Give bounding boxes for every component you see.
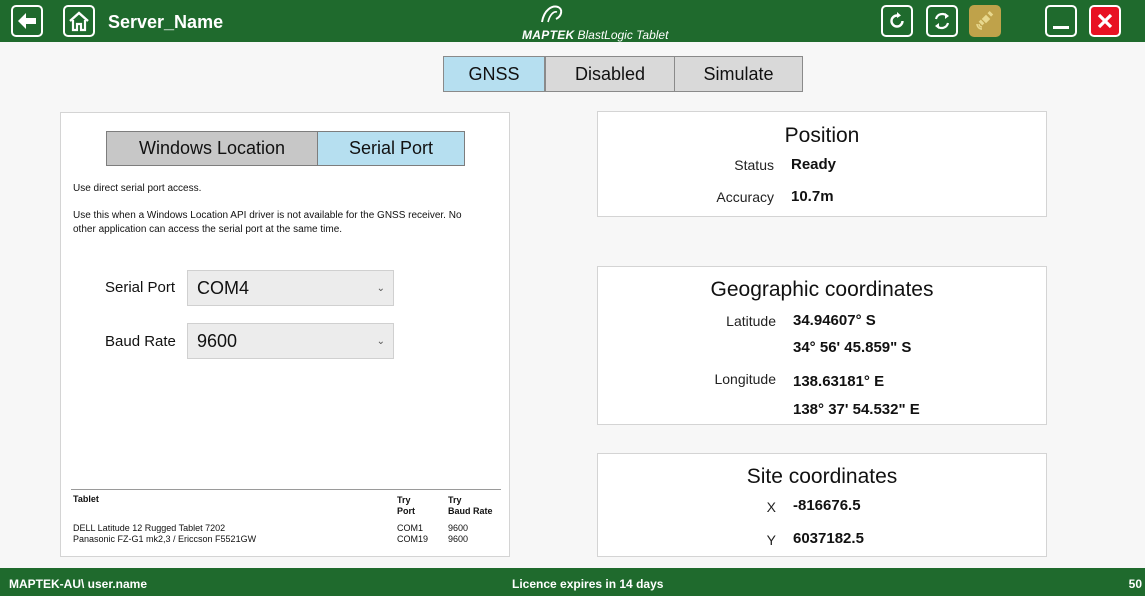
y-value: 6037182.5 (793, 530, 864, 547)
close-icon (1097, 13, 1113, 29)
brand-product: BlastLogic Tablet (577, 28, 669, 42)
table-header-try-baud-2: Baud Rate (448, 506, 493, 516)
refresh-icon (890, 12, 904, 28)
baud-rate-value: 9600 (197, 330, 238, 351)
serial-description-detail-2: other application can access the serial … (73, 224, 343, 235)
table-divider (71, 489, 501, 490)
geographic-panel: Geographic coordinates Latitude 34.94607… (597, 266, 1047, 425)
longitude-label: Longitude (714, 371, 776, 387)
brand-logo: MAPTEK BlastLogic Tablet (522, 5, 669, 42)
sync-button[interactable] (926, 5, 958, 37)
x-label: X (766, 499, 776, 515)
satellite-icon (976, 11, 994, 30)
tab-disabled[interactable]: Disabled (545, 56, 675, 92)
serial-port-value: COM4 (197, 277, 250, 298)
table-cell-tablet: DELL Latitude 12 Rugged Tablet 7202 (73, 523, 226, 533)
baud-rate-select[interactable]: 9600 ⌄ (187, 323, 394, 359)
status-bar-right-value: 50 (1128, 577, 1142, 591)
source-serial-port[interactable]: Serial Port (317, 131, 465, 166)
serial-port-label: Serial Port (105, 279, 176, 296)
minimize-icon (1053, 26, 1069, 29)
latitude-decimal: 34.94607° S (793, 312, 876, 329)
table-header-tablet: Tablet (73, 494, 99, 504)
maptek-logo-icon (541, 5, 563, 23)
title-bar: Server_Name MAPTEK BlastLogic Tablet (0, 0, 1145, 42)
gnss-status-button[interactable] (969, 5, 1001, 37)
site-title: Site coordinates (746, 465, 898, 488)
serial-port-select[interactable]: COM4 ⌄ (187, 270, 394, 306)
position-title: Position (784, 124, 860, 147)
table-header-try-baud-1: Try (448, 495, 462, 505)
home-button[interactable] (63, 5, 95, 37)
geographic-title: Geographic coordinates (710, 278, 934, 301)
source-windows-location[interactable]: Windows Location (106, 131, 318, 166)
status-value: Ready (791, 156, 837, 173)
y-label: Y (766, 532, 776, 548)
brand-maptek: MAPTEK (522, 28, 575, 42)
site-panel: Site coordinates X -816676.5 Y 6037182.5 (597, 453, 1047, 557)
accuracy-value: 10.7m (791, 188, 834, 205)
position-panel: Position Status Ready Accuracy 10.7m (597, 111, 1047, 217)
close-button[interactable] (1089, 5, 1121, 37)
minimize-button[interactable] (1045, 5, 1077, 37)
table-header-try-port-1: Try (397, 495, 411, 505)
table-cell-baud: 9600 (448, 534, 469, 544)
back-button[interactable] (11, 5, 43, 37)
status-bar: MAPTEK-AU\ user.name Licence expires in … (0, 568, 1145, 596)
x-value: -816676.5 (793, 497, 861, 514)
tab-simulate[interactable]: Simulate (674, 56, 803, 92)
chevron-down-icon: ⌄ (376, 283, 385, 294)
table-cell-port: COM19 (397, 534, 429, 544)
status-label: Status (734, 157, 774, 173)
chevron-down-icon: ⌄ (376, 336, 385, 347)
home-icon (69, 11, 89, 32)
table-cell-port: COM1 (397, 523, 424, 533)
user-name: MAPTEK-AU\ user.name (9, 577, 148, 591)
table-cell-baud: 9600 (448, 523, 469, 533)
latitude-label: Latitude (726, 313, 776, 329)
accuracy-label: Accuracy (716, 189, 774, 205)
sync-icon (934, 12, 950, 30)
latitude-dms: 34° 56' 45.859" S (793, 339, 912, 356)
serial-description-detail-1: Use this when a Windows Location API dri… (73, 210, 462, 221)
gnss-source-panel: Windows Location Serial Port Use direct … (60, 112, 510, 557)
licence-notice: Licence expires in 14 days (512, 577, 664, 591)
longitude-dms: 138° 37' 54.532" E (793, 401, 920, 418)
back-arrow-icon (18, 13, 36, 29)
serial-description: Use direct serial port access. (73, 183, 202, 194)
table-cell-tablet: Panasonic FZ-G1 mk2,3 / Ericcson F5521GW (73, 534, 257, 544)
tab-gnss[interactable]: GNSS (443, 56, 545, 92)
longitude-decimal: 138.63181° E (793, 373, 885, 390)
refresh-button[interactable] (881, 5, 913, 37)
server-name: Server_Name (108, 12, 224, 32)
baud-rate-label: Baud Rate (105, 333, 176, 350)
table-header-try-port-2: Port (397, 506, 415, 516)
